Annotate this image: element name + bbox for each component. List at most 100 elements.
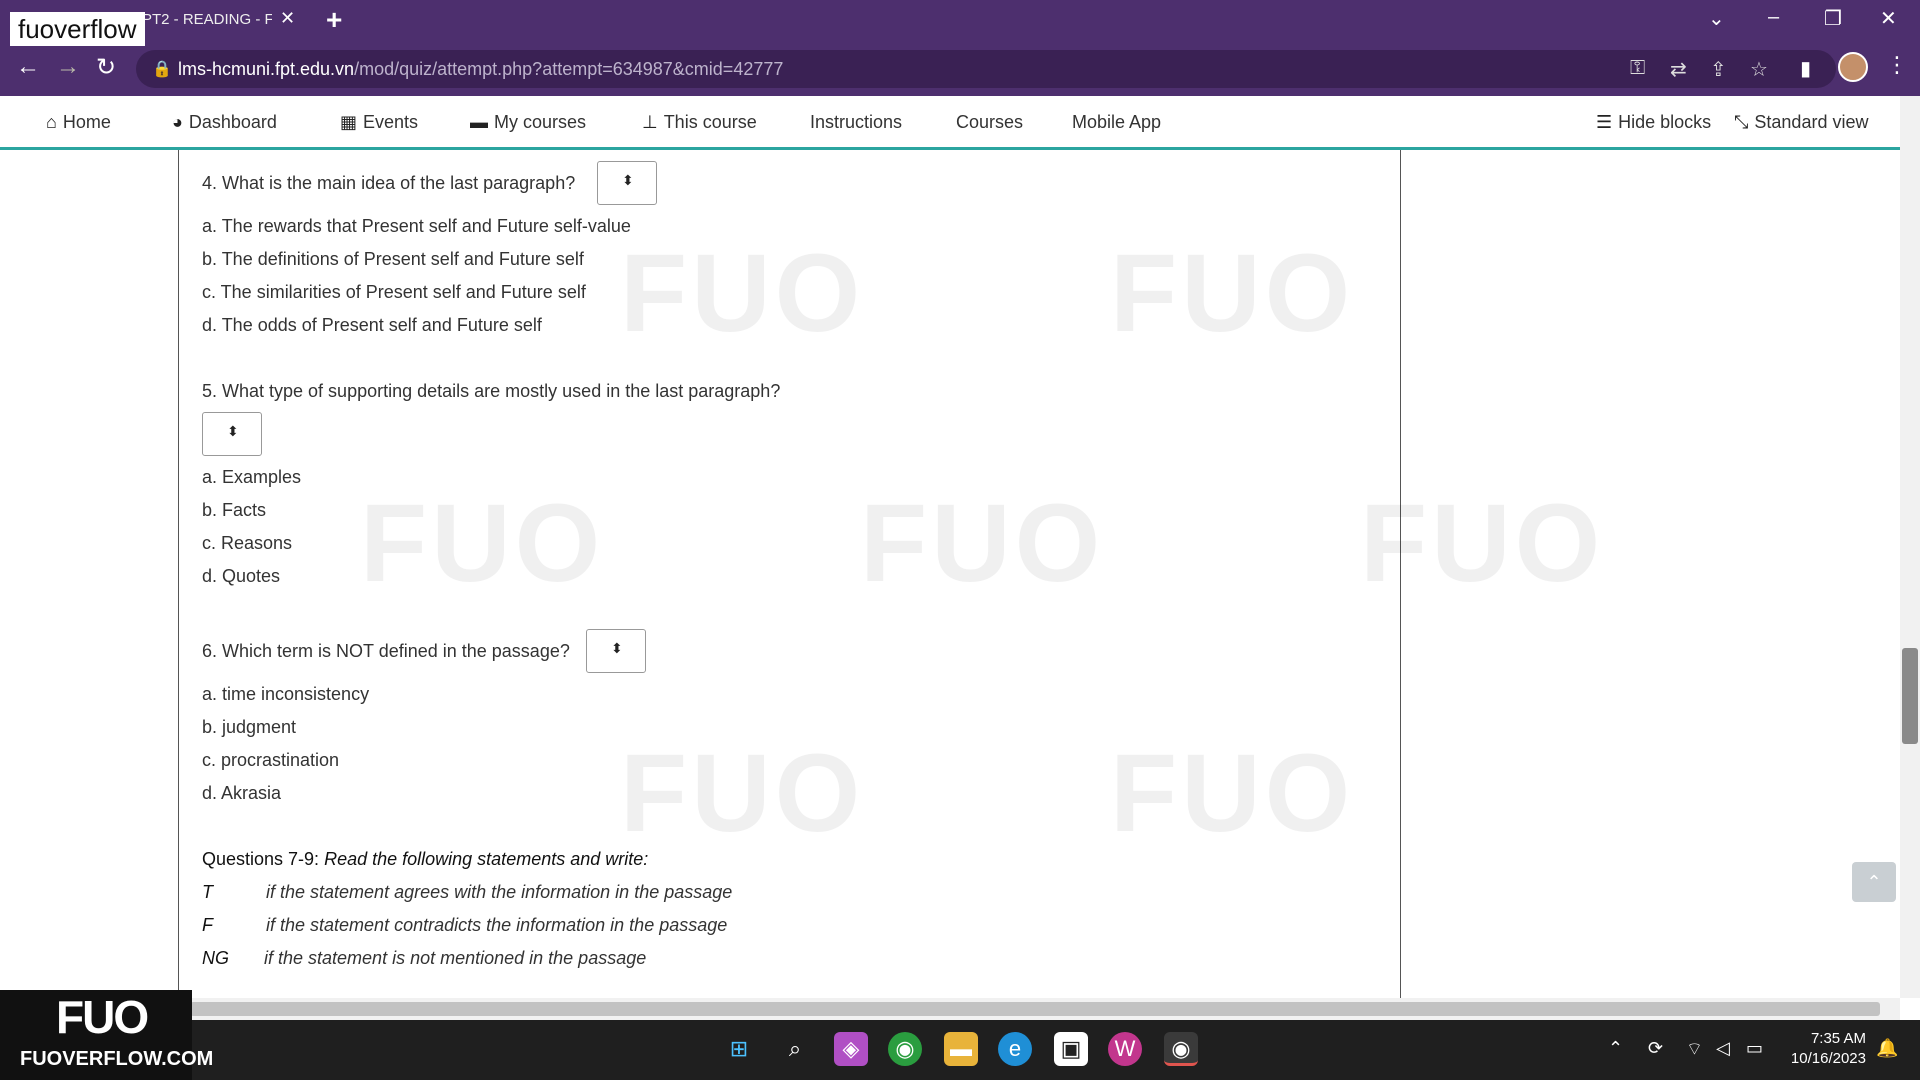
nav-this-course[interactable]: ⊥ This course [642,112,757,133]
question-5-option-d: d. Quotes [202,566,281,586]
question-4-option-b: b. The definitions of Present self and F… [202,249,584,269]
tab-close-icon[interactable]: ✕ [280,8,295,29]
legend-code-f: F [202,915,213,935]
window-close-icon[interactable]: ✕ [1880,6,1897,31]
nav-events[interactable]: ▦ Events [340,112,418,133]
question-5-text: 5. What type of supporting details are m… [202,381,781,401]
nav-mobile-app[interactable]: Mobile App [1072,112,1161,133]
watermark-mark: FUO [620,732,865,855]
legend-desc-ng: if the statement is not mentioned in the… [264,948,647,968]
nav-my-courses[interactable]: ▬ My courses [470,112,586,133]
question-5-option-c: c. Reasons [202,533,293,553]
question-5-select[interactable]: ⬍ [202,412,262,456]
new-tab-button[interactable]: + [326,4,342,36]
question-6-select[interactable]: ⬍ [586,629,646,673]
compress-icon: ⤡ [1734,112,1749,132]
windows-start-icon[interactable]: ⊞ [722,1032,756,1066]
nav-home[interactable]: ⌂ Home [46,112,111,133]
calendar-icon: ▦ [340,112,358,132]
browser-toolbar: ← → ↻ 🔒 lms-hcmuni.fpt.edu.vn/mod/quiz/a… [0,42,1920,96]
question-6-option-d: d. Akrasia [202,783,282,803]
forward-icon[interactable]: → [56,53,80,81]
briefcase-icon: ▬ [470,112,488,132]
volume-icon[interactable]: ◁ [1716,1038,1730,1059]
select-arrows-icon: ⬍ [611,640,623,656]
reload-icon[interactable]: ↻ [96,53,116,82]
sync-icon[interactable]: ⟳ [1648,1038,1663,1059]
question-6-text: 6. Which term is NOT defined in the pass… [202,641,570,661]
watermark-mark: FUO [1360,482,1605,605]
watermark-mark: FUO [360,482,605,605]
restore-icon[interactable]: ❐ [1824,6,1842,31]
notification-bell-icon[interactable]: 🔔 [1876,1038,1898,1059]
menu-dots-icon[interactable]: ⋮ [1886,52,1908,78]
list-indent-icon: ☰ [1596,112,1613,132]
watermark-badge: fuoverflow [10,12,145,46]
nav-courses[interactable]: Courses [956,112,1023,133]
question-5-option-b: b. Facts [202,500,267,520]
key-icon[interactable]: ⚿ [1630,57,1645,80]
nav-instructions[interactable]: Instructions [810,112,902,133]
nav-dashboard[interactable]: ◕ Dashboard [172,112,277,133]
back-to-top-button[interactable]: ⌃ [1852,862,1896,902]
question-6-option-c: c. procrastination [202,750,340,770]
wifi-icon[interactable]: ⌔ [1686,1038,1703,1061]
legend-code-ng: NG [202,948,229,968]
question-4-text: 4. What is the main idea of the last par… [202,173,576,193]
share-icon[interactable]: ⇪ [1710,57,1727,82]
translate-icon[interactable]: ⇄ [1670,57,1687,82]
search-icon[interactable]: ⌕ [778,1032,812,1066]
select-arrows-icon: ⬍ [227,423,239,439]
legend-desc-t: if the statement agrees with the informa… [266,882,733,902]
horizontal-scroll-thumb[interactable] [190,1002,1880,1016]
dashboard-icon: ◕ [172,112,183,132]
legend-desc-f: if the statement contradicts the informa… [266,915,728,935]
legend-code-t: T [202,882,213,902]
url-text[interactable]: lms-hcmuni.fpt.edu.vn/mod/quiz/attempt.p… [178,59,783,80]
chrome-icon[interactable]: ◉ [888,1032,922,1066]
home-icon: ⌂ [46,112,57,132]
profile-avatar[interactable] [1838,52,1868,82]
select-arrows-icon: ⬍ [622,172,634,188]
browser-tabstrip: PT2 - READING - F/ ✕ + ⌄ – ❐ ✕ [0,0,1920,42]
clock-date: 10/16/2023 [1790,1050,1866,1067]
chevron-up-icon: ⌃ [1866,872,1882,892]
watermark-mark: FUO [1110,732,1355,855]
section-7-9-heading: Questions 7-9: Read the following statem… [202,849,649,869]
vertical-scrollbar[interactable] [1900,96,1920,998]
question-4-option-d: d. The odds of Present self and Future s… [202,315,542,335]
fuo-logo-text: FUOVERFLOW.COM [20,1048,214,1070]
watermark-mark: FUO [620,232,865,355]
battery-icon[interactable]: ▭ [1746,1038,1763,1059]
fuo-logo-mark: FUO [56,991,149,1043]
standard-view-button[interactable]: ⤡ Standard view [1734,112,1868,133]
tray-overflow-icon[interactable]: ⌃ [1608,1038,1623,1059]
question-4-select[interactable]: ⬍ [597,161,657,205]
tab-title: PT2 - READING - F/ [142,11,272,28]
question-6-option-b: b. judgment [202,717,297,737]
watermark-mark: FUO [860,482,1105,605]
edge-icon[interactable]: e [998,1032,1032,1066]
address-bar[interactable]: 🔒 lms-hcmuni.fpt.edu.vn/mod/quiz/attempt… [136,50,1836,88]
lock-icon[interactable]: 🔒 [152,59,172,79]
chrome-profile-icon[interactable]: ◉ [1164,1032,1198,1066]
app-w-icon[interactable]: W [1108,1032,1142,1066]
copilot-icon[interactable]: ◈ [834,1032,868,1066]
hide-blocks-button[interactable]: ☰ Hide blocks [1596,112,1711,133]
minimize-icon[interactable]: – [1768,6,1779,29]
file-explorer-icon[interactable]: ▬ [944,1032,978,1066]
vertical-scroll-thumb[interactable] [1902,648,1918,744]
site-navbar: ⌂ Home ◕ Dashboard ▦ Events ▬ My courses ⊥ Th… [0,96,1900,150]
question-4-option-c: c. The similarities of Present self and … [202,282,586,302]
bookmark-star-icon[interactable]: ☆ [1750,57,1768,82]
sitemap-icon: ⊥ [642,112,658,132]
question-6-option-a: a. time inconsistency [202,684,370,704]
tab-search-icon[interactable]: ⌄ [1708,6,1725,31]
watermark-mark: FUO [1110,232,1355,355]
fuoverflow-logo: FUO FUOVERFLOW.COM [0,990,213,1080]
taskbar-clock[interactable]: 7:35 AM 10/16/2023 [1780,1029,1866,1069]
side-panel-icon[interactable]: ▮ [1800,56,1811,81]
store-icon[interactable]: ▣ [1054,1032,1088,1066]
back-icon[interactable]: ← [16,53,40,81]
question-5-option-a: a. Examples [202,467,302,487]
